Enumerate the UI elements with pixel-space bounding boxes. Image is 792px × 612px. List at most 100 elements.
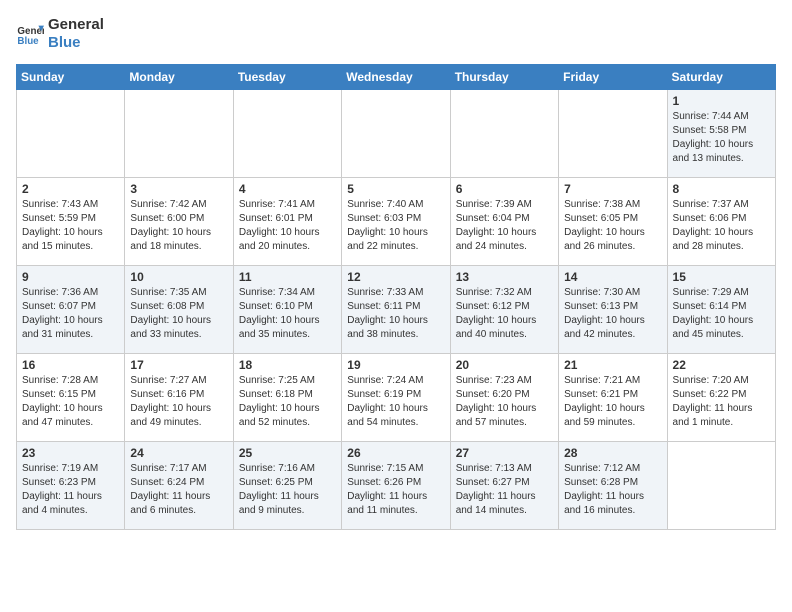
- calendar-cell: 20 Sunrise: 7:23 AM Sunset: 6:20 PM Dayli…: [450, 354, 558, 442]
- day-number: 6: [456, 182, 553, 196]
- calendar-cell: [450, 90, 558, 178]
- day-number: 19: [347, 358, 444, 372]
- calendar-cell: [233, 90, 341, 178]
- day-number: 22: [673, 358, 770, 372]
- day-info: Sunrise: 7:24 AM Sunset: 6:19 PM Dayligh…: [347, 374, 444, 430]
- day-number: 26: [347, 446, 444, 460]
- calendar-cell: 10 Sunrise: 7:35 AM Sunset: 6:08 PM Dayli…: [125, 266, 233, 354]
- week-row-3: 9 Sunrise: 7:36 AM Sunset: 6:07 PM Daylig…: [17, 266, 776, 354]
- week-row-1: 1 Sunrise: 7:44 AM Sunset: 5:58 PM Daylig…: [17, 90, 776, 178]
- weekday-header-sunday: Sunday: [17, 65, 125, 90]
- day-info: Sunrise: 7:29 AM Sunset: 6:14 PM Dayligh…: [673, 286, 770, 342]
- calendar-cell: [342, 90, 450, 178]
- day-number: 25: [239, 446, 336, 460]
- calendar-cell: 21 Sunrise: 7:21 AM Sunset: 6:21 PM Dayli…: [559, 354, 667, 442]
- calendar-cell: 16 Sunrise: 7:28 AM Sunset: 6:15 PM Dayli…: [17, 354, 125, 442]
- day-info: Sunrise: 7:19 AM Sunset: 6:23 PM Dayligh…: [22, 462, 119, 518]
- day-info: Sunrise: 7:17 AM Sunset: 6:24 PM Dayligh…: [130, 462, 227, 518]
- calendar-cell: [17, 90, 125, 178]
- calendar-cell: 23 Sunrise: 7:19 AM Sunset: 6:23 PM Dayli…: [17, 442, 125, 530]
- calendar-cell: 22 Sunrise: 7:20 AM Sunset: 6:22 PM Dayli…: [667, 354, 775, 442]
- calendar-cell: 1 Sunrise: 7:44 AM Sunset: 5:58 PM Daylig…: [667, 90, 775, 178]
- day-info: Sunrise: 7:20 AM Sunset: 6:22 PM Dayligh…: [673, 374, 770, 430]
- calendar-cell: 25 Sunrise: 7:16 AM Sunset: 6:25 PM Dayli…: [233, 442, 341, 530]
- day-info: Sunrise: 7:41 AM Sunset: 6:01 PM Dayligh…: [239, 198, 336, 254]
- day-number: 27: [456, 446, 553, 460]
- calendar-cell: 17Sunrise: 7:27 AM Sunset: 6:16 PM Dayli…: [125, 354, 233, 442]
- day-number: 5: [347, 182, 444, 196]
- day-number: 13: [456, 270, 553, 284]
- calendar-cell: 7Sunrise: 7:38 AM Sunset: 6:05 PM Daylig…: [559, 178, 667, 266]
- day-number: 16: [22, 358, 119, 372]
- weekday-header-row: SundayMondayTuesdayWednesdayThursdayFrid…: [17, 65, 776, 90]
- calendar-cell: 5 Sunrise: 7:40 AM Sunset: 6:03 PM Daylig…: [342, 178, 450, 266]
- logo-text-general: General: [48, 16, 104, 34]
- day-info: Sunrise: 7:44 AM Sunset: 5:58 PM Dayligh…: [673, 110, 770, 166]
- day-info: Sunrise: 7:33 AM Sunset: 6:11 PM Dayligh…: [347, 286, 444, 342]
- calendar-cell: 26 Sunrise: 7:15 AM Sunset: 6:26 PM Dayli…: [342, 442, 450, 530]
- calendar-cell: 24 Sunrise: 7:17 AM Sunset: 6:24 PM Dayli…: [125, 442, 233, 530]
- day-number: 15: [673, 270, 770, 284]
- day-info: Sunrise: 7:30 AM Sunset: 6:13 PM Dayligh…: [564, 286, 661, 342]
- day-info: Sunrise: 7:16 AM Sunset: 6:25 PM Dayligh…: [239, 462, 336, 518]
- day-number: 12: [347, 270, 444, 284]
- day-number: 20: [456, 358, 553, 372]
- svg-text:Blue: Blue: [17, 36, 39, 47]
- day-number: 10: [130, 270, 227, 284]
- page-header: General Blue General Blue: [16, 16, 776, 52]
- week-row-5: 23 Sunrise: 7:19 AM Sunset: 6:23 PM Dayli…: [17, 442, 776, 530]
- weekday-header-monday: Monday: [125, 65, 233, 90]
- weekday-header-thursday: Thursday: [450, 65, 558, 90]
- day-info: Sunrise: 7:27 AM Sunset: 6:16 PM Dayligh…: [130, 374, 227, 430]
- calendar-cell: 9 Sunrise: 7:36 AM Sunset: 6:07 PM Daylig…: [17, 266, 125, 354]
- day-number: 9: [22, 270, 119, 284]
- calendar-cell: 27 Sunrise: 7:13 AM Sunset: 6:27 PM Dayli…: [450, 442, 558, 530]
- calendar-cell: 13 Sunrise: 7:32 AM Sunset: 6:12 PM Dayli…: [450, 266, 558, 354]
- day-info: Sunrise: 7:38 AM Sunset: 6:05 PM Dayligh…: [564, 198, 661, 254]
- calendar-cell: 6 Sunrise: 7:39 AM Sunset: 6:04 PM Daylig…: [450, 178, 558, 266]
- calendar-cell: 2 Sunrise: 7:43 AM Sunset: 5:59 PM Daylig…: [17, 178, 125, 266]
- day-number: 23: [22, 446, 119, 460]
- day-number: 3: [130, 182, 227, 196]
- day-info: Sunrise: 7:36 AM Sunset: 6:07 PM Dayligh…: [22, 286, 119, 342]
- day-info: Sunrise: 7:43 AM Sunset: 5:59 PM Dayligh…: [22, 198, 119, 254]
- day-info: Sunrise: 7:39 AM Sunset: 6:04 PM Dayligh…: [456, 198, 553, 254]
- weekday-header-friday: Friday: [559, 65, 667, 90]
- day-info: Sunrise: 7:13 AM Sunset: 6:27 PM Dayligh…: [456, 462, 553, 518]
- day-info: Sunrise: 7:15 AM Sunset: 6:26 PM Dayligh…: [347, 462, 444, 518]
- calendar-cell: 15 Sunrise: 7:29 AM Sunset: 6:14 PM Dayli…: [667, 266, 775, 354]
- day-number: 21: [564, 358, 661, 372]
- calendar-cell: 8 Sunrise: 7:37 AM Sunset: 6:06 PM Daylig…: [667, 178, 775, 266]
- day-number: 2: [22, 182, 119, 196]
- day-info: Sunrise: 7:21 AM Sunset: 6:21 PM Dayligh…: [564, 374, 661, 430]
- weekday-header-wednesday: Wednesday: [342, 65, 450, 90]
- calendar-table: SundayMondayTuesdayWednesdayThursdayFrid…: [16, 64, 776, 530]
- day-number: 8: [673, 182, 770, 196]
- day-info: Sunrise: 7:28 AM Sunset: 6:15 PM Dayligh…: [22, 374, 119, 430]
- day-info: Sunrise: 7:37 AM Sunset: 6:06 PM Dayligh…: [673, 198, 770, 254]
- calendar-cell: 14Sunrise: 7:30 AM Sunset: 6:13 PM Dayli…: [559, 266, 667, 354]
- logo-icon: General Blue: [16, 20, 44, 48]
- calendar-cell: [667, 442, 775, 530]
- calendar-cell: 4 Sunrise: 7:41 AM Sunset: 6:01 PM Daylig…: [233, 178, 341, 266]
- day-info: Sunrise: 7:35 AM Sunset: 6:08 PM Dayligh…: [130, 286, 227, 342]
- calendar-cell: 19 Sunrise: 7:24 AM Sunset: 6:19 PM Dayli…: [342, 354, 450, 442]
- day-number: 4: [239, 182, 336, 196]
- calendar-cell: 3Sunrise: 7:42 AM Sunset: 6:00 PM Daylig…: [125, 178, 233, 266]
- calendar-cell: 28 Sunrise: 7:12 AM Sunset: 6:28 PM Dayli…: [559, 442, 667, 530]
- day-number: 28: [564, 446, 661, 460]
- day-info: Sunrise: 7:25 AM Sunset: 6:18 PM Dayligh…: [239, 374, 336, 430]
- day-info: Sunrise: 7:34 AM Sunset: 6:10 PM Dayligh…: [239, 286, 336, 342]
- day-info: Sunrise: 7:12 AM Sunset: 6:28 PM Dayligh…: [564, 462, 661, 518]
- day-number: 1: [673, 94, 770, 108]
- weekday-header-tuesday: Tuesday: [233, 65, 341, 90]
- logo: General Blue General Blue: [16, 16, 104, 52]
- calendar-cell: 12 Sunrise: 7:33 AM Sunset: 6:11 PM Dayli…: [342, 266, 450, 354]
- day-info: Sunrise: 7:40 AM Sunset: 6:03 PM Dayligh…: [347, 198, 444, 254]
- day-info: Sunrise: 7:23 AM Sunset: 6:20 PM Dayligh…: [456, 374, 553, 430]
- calendar-cell: 18Sunrise: 7:25 AM Sunset: 6:18 PM Dayli…: [233, 354, 341, 442]
- weekday-header-saturday: Saturday: [667, 65, 775, 90]
- day-number: 24: [130, 446, 227, 460]
- day-info: Sunrise: 7:32 AM Sunset: 6:12 PM Dayligh…: [456, 286, 553, 342]
- calendar-cell: [559, 90, 667, 178]
